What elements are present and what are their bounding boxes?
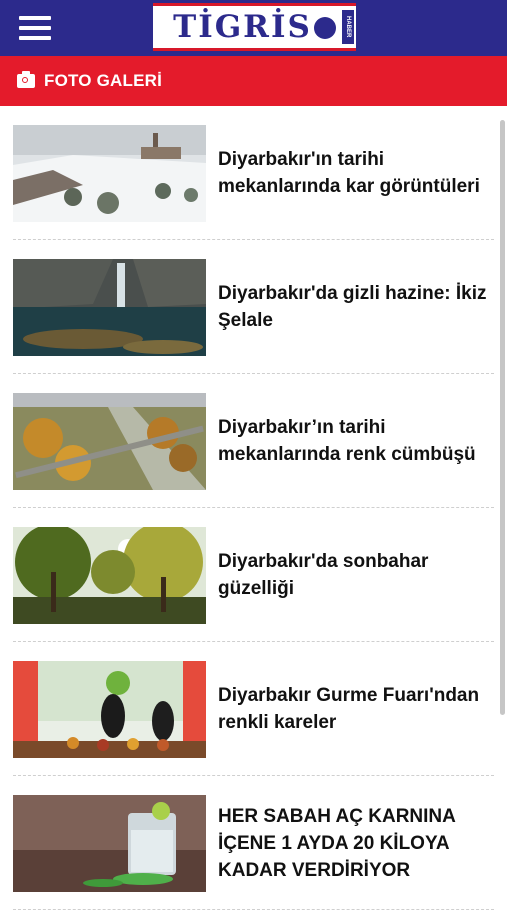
gallery-thumbnail[interactable] — [13, 527, 206, 624]
gallery-item-title[interactable]: Diyarbakır'da gizli hazine: İkiz Şelale — [218, 240, 493, 374]
section-title: FOTO GALERİ — [44, 71, 163, 90]
gallery-item-title[interactable]: Diyarbakır Gurme Fuarı'ndan renkli karel… — [218, 642, 493, 776]
gallery-item-title[interactable]: Diyarbakır’ın tarihi mekanlarında renk c… — [218, 374, 493, 508]
gallery-item[interactable]: Diyarbakır'da sonbahar güzelliği — [0, 508, 507, 642]
gallery-item[interactable]: Diyarbakır'ın tarihi mekanlarında kar gö… — [0, 106, 507, 240]
gallery-item[interactable]: Diyarbakır'da gizli hazine: İkiz Şelale — [0, 240, 507, 374]
gallery-item[interactable]: Diyarbakır’ın tarihi mekanlarında renk c… — [0, 374, 507, 508]
top-navigation-bar: TİGRİS HABER — [0, 0, 507, 56]
globe-icon — [313, 17, 336, 39]
section-header: FOTO GALERİ — [0, 56, 507, 106]
gallery-item-title[interactable]: Diyarbakır'ın tarihi mekanlarında kar gö… — [218, 106, 493, 240]
hamburger-menu-icon[interactable] — [19, 16, 51, 40]
logo-tagline: HABER — [342, 10, 354, 44]
gallery-item[interactable]: Diyarbakır Gurme Fuarı'ndan renkli karel… — [0, 642, 507, 776]
gallery-list: Diyarbakır'ın tarihi mekanlarında kar gö… — [0, 106, 507, 910]
gallery-item[interactable]: HER SABAH AÇ KARNINA İÇENE 1 AYDA 20 KİL… — [0, 776, 507, 910]
gallery-thumbnail[interactable] — [13, 259, 206, 356]
gallery-item-title[interactable]: HER SABAH AÇ KARNINA İÇENE 1 AYDA 20 KİL… — [218, 776, 493, 910]
hamburger-line — [19, 26, 51, 30]
hamburger-line — [19, 16, 51, 20]
gallery-thumbnail[interactable] — [13, 661, 206, 758]
gallery-thumbnail[interactable] — [13, 393, 206, 490]
site-logo[interactable]: TİGRİS HABER — [153, 3, 356, 51]
gallery-item-title[interactable]: Diyarbakır'da sonbahar güzelliği — [218, 508, 493, 642]
gallery-thumbnail[interactable] — [13, 125, 206, 222]
logo-wordmark: TİGRİS — [173, 8, 312, 45]
vertical-scrollbar[interactable] — [500, 120, 505, 715]
gallery-thumbnail[interactable] — [13, 795, 206, 892]
hamburger-line — [19, 36, 51, 40]
camera-icon — [17, 71, 35, 88]
